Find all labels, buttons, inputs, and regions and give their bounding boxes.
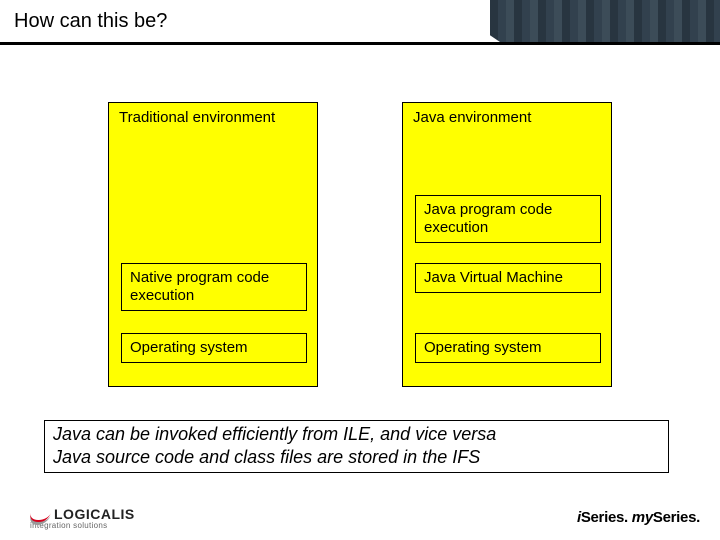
note-line-1: Java can be invoked efficiently from ILE… — [53, 423, 660, 446]
slide-title: How can this be? — [14, 10, 167, 33]
column-traditional: Traditional environment Native program c… — [108, 102, 318, 387]
box-java-exec: Java program code execution — [415, 195, 601, 243]
logicalis-word: LOGICALIS — [54, 506, 135, 522]
notes-box: Java can be invoked efficiently from ILE… — [44, 420, 669, 473]
box-native-exec: Native program code execution — [121, 263, 307, 311]
footer: LOGICALIS integration solutions iSeries.… — [0, 500, 720, 536]
column-java: Java environment Java program code execu… — [402, 102, 612, 387]
logicalis-logo: LOGICALIS integration solutions — [30, 506, 135, 530]
series-word-1: Series. — [581, 509, 628, 526]
box-os-left: Operating system — [121, 333, 307, 363]
column-java-heading: Java environment — [403, 103, 611, 130]
swoosh-icon — [30, 508, 50, 520]
title-bar: How can this be? — [0, 0, 720, 42]
note-line-2: Java source code and class files are sto… — [53, 446, 660, 469]
box-os-right: Operating system — [415, 333, 601, 363]
column-traditional-heading: Traditional environment — [109, 103, 317, 130]
series-word-2: Series. — [653, 509, 700, 526]
diagram-stage: Traditional environment Native program c… — [0, 42, 720, 412]
series-branding: iSeries. mySeries. — [577, 509, 700, 526]
series-my: my — [632, 509, 653, 526]
box-jvm: Java Virtual Machine — [415, 263, 601, 293]
